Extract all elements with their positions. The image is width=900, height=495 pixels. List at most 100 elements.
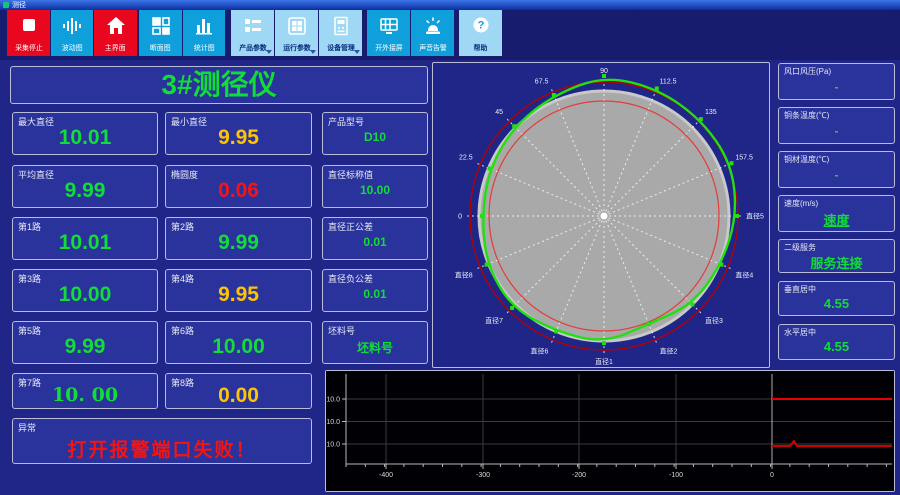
- svg-text:0: 0: [770, 472, 774, 479]
- metric-channel-5: 第5路 9.99: [12, 321, 158, 364]
- device-icon: [330, 10, 352, 42]
- field-secondary-service: 二级服务 服务连接: [778, 239, 895, 273]
- svg-text:-200: -200: [572, 472, 586, 479]
- alarm-label: 异常: [18, 423, 37, 433]
- sensor-value: -: [834, 80, 839, 94]
- toolbar-button-product-params[interactable]: 产品参数: [231, 10, 274, 56]
- field-speed: 速度(m/s) 速度: [778, 195, 895, 232]
- field-value: 坯料号: [356, 341, 393, 355]
- field-plus-tolerance: 直径正公差 0.01: [322, 217, 428, 260]
- chevron-down-icon: [266, 50, 272, 54]
- toolbar-button-help[interactable]: ? 帮助: [459, 10, 502, 56]
- metric-value: 9.99: [64, 179, 106, 202]
- metric-value: 10.00: [58, 283, 112, 306]
- svg-text:0: 0: [458, 214, 462, 221]
- toolbar-button-stop-acquisition[interactable]: 采集停止: [7, 10, 50, 56]
- svg-text:直径7: 直径7: [485, 316, 503, 325]
- field-horizontal-center: 水平居中 4.55: [778, 324, 895, 360]
- svg-text:112.5: 112.5: [660, 79, 677, 86]
- svg-text:-100: -100: [669, 472, 683, 479]
- field-label: 垂直居中: [784, 285, 816, 294]
- trend-chart-panel: -400 -300 -200 -100 0 10.0 10.0 10.0: [325, 370, 895, 492]
- field-value: 0.01: [363, 287, 387, 301]
- toolbar-button-run-params[interactable]: 运行参数: [275, 10, 318, 56]
- alarm-message: 打开报警端口失败！: [67, 440, 257, 461]
- chevron-down-icon: [310, 50, 316, 54]
- svg-text:-400: -400: [379, 472, 393, 479]
- field-billet-number: 坯料号 坯料号: [322, 321, 428, 364]
- toolbar-button-external-screen[interactable]: 开外接屏: [367, 10, 410, 56]
- svg-text:直径6: 直径6: [531, 346, 549, 355]
- metric-value: 10.01: [58, 126, 112, 149]
- toolbar-button-fluctuation-chart[interactable]: 波动图: [51, 10, 93, 56]
- bar-chart-icon: [193, 10, 215, 42]
- sensor-air-pressure: 风口风压(Pa) -: [778, 63, 895, 100]
- field-label: 直径标称值: [328, 170, 374, 180]
- toolbar-button-statistics-chart[interactable]: 统计图: [183, 10, 225, 56]
- sensor-value: -: [834, 124, 839, 138]
- metric-channel-8: 第8路 0.00: [165, 373, 312, 409]
- field-value: 4.55: [823, 296, 850, 311]
- metric-channel-2: 第2路 9.99: [165, 217, 312, 260]
- svg-text:10.0: 10.0: [326, 442, 340, 449]
- product-params-icon: [242, 10, 264, 42]
- help-icon: ?: [470, 10, 492, 42]
- field-value: 10.00: [359, 183, 391, 197]
- gauge-title: 3#测径仪: [10, 66, 428, 104]
- metric-channel-6: 第6路 10.00: [165, 321, 312, 364]
- sensor-copper-bar-temp: 铜条温度(℃) -: [778, 107, 895, 144]
- field-product-model: 产品型号 D10: [322, 112, 428, 155]
- svg-text:10.0: 10.0: [326, 397, 340, 404]
- metric-value: 10.00: [212, 335, 265, 358]
- svg-text:-300: -300: [476, 472, 490, 479]
- metric-value: 9.95: [218, 126, 259, 149]
- svg-text:45: 45: [495, 109, 503, 116]
- field-minus-tolerance: 直径负公差 0.01: [322, 269, 428, 312]
- svg-text:直径2: 直径2: [660, 346, 678, 355]
- svg-text:22.5: 22.5: [459, 154, 473, 161]
- toolbar-button-main-screen[interactable]: 主界面: [94, 10, 137, 56]
- field-value: 4.55: [823, 339, 850, 354]
- external-screen-icon: [378, 10, 400, 42]
- field-nominal-diameter: 直径标称值 10.00: [322, 165, 428, 208]
- alarm-box: 异常 打开报警端口失败！: [12, 418, 312, 464]
- metric-value: 0.06: [218, 179, 259, 202]
- field-label: 产品型号: [328, 117, 365, 127]
- sensor-label: 铜材温度(℃): [784, 155, 830, 164]
- svg-text:67.5: 67.5: [535, 79, 549, 86]
- svg-text:157.5: 157.5: [735, 154, 753, 161]
- metric-max-diameter: 最大直径 10.01: [12, 112, 158, 155]
- metric-value: 9.95: [218, 283, 259, 306]
- svg-text:90: 90: [600, 68, 608, 75]
- speed-link[interactable]: 速度: [779, 210, 894, 229]
- metric-value: 0.00: [218, 384, 259, 407]
- svg-text:?: ?: [477, 20, 484, 32]
- metric-ovality: 椭圆度 0.06: [165, 165, 312, 208]
- metric-min-diameter: 最小直径 9.95: [165, 112, 312, 155]
- window-titlebar: 测径: [0, 0, 900, 10]
- toolbar-button-device-management[interactable]: 设备管理: [319, 10, 362, 56]
- cross-section-icon: [150, 10, 172, 42]
- metric-channel-4: 第4路 9.95: [165, 269, 312, 312]
- svg-text:直径1: 直径1: [595, 357, 613, 366]
- metric-value: 9.99: [64, 335, 106, 358]
- field-label: 直径正公差: [328, 222, 374, 232]
- field-label: 速度(m/s): [784, 199, 819, 208]
- waveform-icon: [61, 10, 83, 42]
- toolbar-button-sound-alarm[interactable]: 声音告警: [411, 10, 454, 56]
- home-icon: [105, 10, 127, 42]
- metric-channel-7: 第7路 10. 00: [12, 373, 158, 409]
- stop-icon: [18, 10, 40, 42]
- run-params-icon: [286, 10, 308, 42]
- chevron-down-icon: [354, 50, 360, 54]
- app-icon: [3, 2, 9, 8]
- svg-text:直径4: 直径4: [735, 271, 753, 280]
- cross-section-chart-panel: 90 112.5 135 157.5 直径5 直径4 直径3 直径2 直径1 直径6 直径7 直径8 0…: [432, 62, 770, 368]
- field-label: 坯料号: [328, 326, 356, 336]
- field-value: D10: [363, 130, 386, 144]
- field-label: 直径负公差: [328, 274, 374, 284]
- diameter-gauge-app: { "window": { "title": "测径" }, "toolbar"…: [0, 0, 900, 495]
- toolbar-button-cross-section[interactable]: 断面图: [139, 10, 182, 56]
- svg-text:10.0: 10.0: [326, 419, 340, 426]
- svg-text:135: 135: [705, 109, 717, 116]
